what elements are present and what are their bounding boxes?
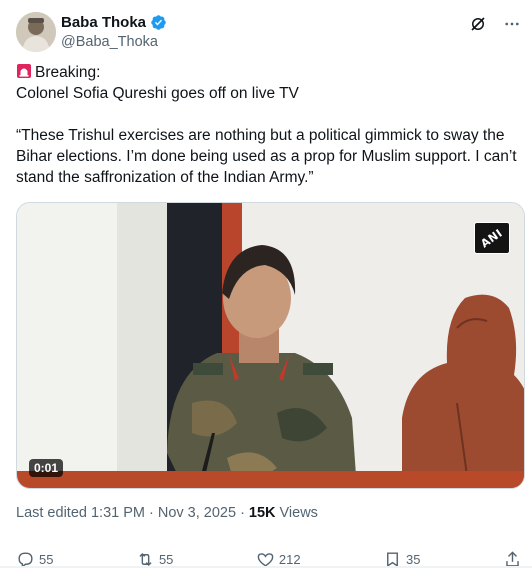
verified-badge-icon bbox=[151, 15, 166, 30]
tweet-line-breaking: Breaking: bbox=[35, 64, 101, 81]
more-icon[interactable] bbox=[502, 14, 522, 34]
tweet-header: Baba Thoka @Baba_Thoka bbox=[16, 12, 524, 52]
video-frame bbox=[17, 203, 524, 488]
grok-icon[interactable] bbox=[468, 14, 488, 34]
header-actions bbox=[468, 14, 522, 34]
tweet-quote: “These Trishul exercises are nothing but… bbox=[16, 127, 517, 186]
author-display-name[interactable]: Baba Thoka bbox=[61, 14, 146, 31]
video-player[interactable]: ANI 0:01 bbox=[16, 202, 525, 489]
like-count: 212 bbox=[278, 551, 301, 567]
tweet-meta: Last edited 1:31 PM · Nov 3, 2025 · 15K … bbox=[16, 505, 318, 521]
ani-watermark: ANI bbox=[474, 222, 510, 254]
author-names: Baba Thoka @Baba_Thoka bbox=[61, 13, 167, 50]
edited-timestamp[interactable]: Last edited 1:31 PM · Nov 3, 2025 · bbox=[16, 505, 245, 521]
ani-watermark-text: ANI bbox=[478, 225, 506, 251]
bookmark-count: 35 bbox=[406, 551, 421, 567]
views-label: Views bbox=[279, 505, 318, 521]
avatar[interactable] bbox=[16, 12, 56, 52]
tweet-text: Breaking: Colonel Sofia Qureshi goes off… bbox=[16, 62, 521, 188]
reply-count: 55 bbox=[39, 551, 54, 567]
author-handle[interactable]: @Baba_Thoka bbox=[61, 34, 167, 50]
siren-icon bbox=[17, 64, 31, 78]
action-bar: 55 55 212 35 bbox=[16, 548, 522, 568]
tweet-line-headline: Colonel Sofia Qureshi goes off on live T… bbox=[16, 85, 299, 102]
repost-count: 55 bbox=[158, 551, 174, 567]
views-count: 15K bbox=[248, 505, 276, 521]
video-duration: 0:01 bbox=[29, 459, 64, 477]
